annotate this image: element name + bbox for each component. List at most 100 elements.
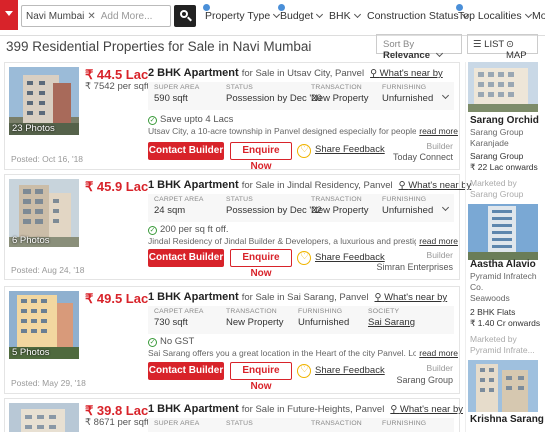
society-link[interactable]: Sai Sarang [368, 317, 415, 328]
posted-date: Posted: Aug 24, '18 [11, 265, 85, 275]
builder-label: Builder [426, 141, 453, 151]
project-thumbnail[interactable] [468, 360, 538, 412]
property-photo[interactable]: 5 Photos [9, 291, 79, 359]
location-chip: Navi Mumbai [26, 10, 85, 22]
shortlist-heart-icon[interactable] [297, 144, 311, 158]
offer-text: ✓ No GST [148, 336, 195, 347]
read-more-link[interactable]: read more [416, 236, 458, 246]
project-developer: Sarang Group [470, 127, 524, 137]
project-name[interactable]: Sarang Orchid [470, 115, 539, 126]
listing-title[interactable]: 2 BHK Apartment for Sale in Utsav City, … [148, 67, 443, 79]
spec-strip: CARPET AREA 730 sqft TRANSACTION New Prope… [148, 306, 454, 334]
top-nav: Navi Mumbai ✕ Add More... Property Type … [0, 0, 545, 36]
contact-builder-button[interactable]: Contact Builder [148, 142, 224, 160]
filter-budget[interactable]: Budget [278, 4, 324, 22]
listing-title[interactable]: 1 BHK Apartment for Sale in Jindal Resid… [148, 179, 471, 191]
listing-card[interactable]: 23 Photos Posted: Oct 16, '18 ₹ 44.5 Lac… [4, 62, 460, 172]
builder-name: Today Connect [392, 152, 453, 162]
project-config: Sarang Group [470, 151, 524, 161]
offer-text: ✓ 200 per sq ft off. [148, 224, 229, 235]
active-filter-dot [203, 4, 210, 11]
project-thumbnail[interactable] [468, 62, 538, 112]
building-image [468, 62, 538, 112]
read-more-link[interactable]: read more [416, 348, 458, 358]
building-image [468, 360, 538, 412]
marketed-by-name: Pyramid Infrate... [470, 345, 535, 355]
builder-name: Sarang Group [396, 375, 453, 385]
listing-card[interactable]: 6 Photos Posted: Aug 24, '18 ₹ 45.9 Lac … [4, 174, 471, 280]
list-view-button[interactable]: ☰ LIST [473, 39, 504, 50]
building-image [9, 403, 79, 432]
enquire-now-button[interactable]: Enquire Now [230, 249, 292, 279]
share-feedback-link[interactable]: Share Feedback [315, 144, 385, 155]
whats-near-by-link[interactable]: ⚲ What's near by [370, 68, 443, 79]
expand-specs-icon[interactable] [441, 203, 450, 212]
marketed-by-label: Marketed by [470, 178, 517, 188]
listing-price: ₹ 45.9 Lac [85, 179, 149, 194]
project-config: 2 BHK Flats [470, 307, 516, 317]
whats-near-by-link[interactable]: ⚲ What's near by [399, 180, 472, 191]
photo-count: 5 Photos [12, 347, 50, 358]
builder-label: Builder [426, 250, 453, 260]
project-locality: Seawoods [470, 293, 510, 303]
filter-top-localities[interactable]: Top Localities [456, 4, 532, 22]
shortlist-heart-icon[interactable] [297, 251, 311, 265]
marketed-by-name: Sarang Group [470, 189, 524, 199]
shortlist-heart-icon[interactable] [297, 364, 311, 378]
filter-property-type[interactable]: Property Type [203, 4, 281, 22]
builder-name: Simran Enterprises [376, 262, 453, 272]
filter-more[interactable]: Mo [532, 10, 545, 22]
share-feedback-link[interactable]: Share Feedback [315, 365, 385, 376]
project-name[interactable]: Krishna Sarang [470, 414, 544, 425]
contact-builder-button[interactable]: Contact Builder [148, 362, 224, 380]
whats-near-by-link[interactable]: ⚲ What's near by [374, 292, 447, 303]
property-photo[interactable] [9, 403, 79, 432]
location-search-field[interactable]: Navi Mumbai ✕ Add More... [21, 5, 171, 27]
chevron-down-icon [524, 10, 532, 19]
remove-location-icon[interactable]: ✕ [87, 11, 95, 22]
offer-text: ✓ Save upto 4 Lacs [148, 114, 234, 125]
project-thumbnail[interactable] [468, 204, 538, 260]
project-price: ₹ 22 Lac onwards [470, 162, 538, 172]
posted-date: Posted: May 29, '18 [11, 378, 86, 388]
project-developer: Pyramid Infratech [470, 271, 537, 281]
contact-builder-button[interactable]: Contact Builder [148, 249, 224, 267]
listing-title[interactable]: 1 BHK Apartment for Sale in Sai Sarang, … [148, 291, 447, 303]
filter-construction-status[interactable]: Construction Status [367, 10, 469, 22]
listing-description: Jindal Residency of Jindal Builder & Dev… [148, 236, 458, 246]
photo-count: 6 Photos [12, 235, 50, 246]
spec-strip: SUPER AREA STATUS TRANSACTION FURNISHING [148, 418, 454, 432]
property-photo[interactable]: 6 Photos [9, 179, 79, 247]
whats-near-by-link[interactable]: ⚲ What's near by [390, 404, 463, 415]
price-per-sqft: ₹ 8671 per sqft [85, 417, 150, 428]
enquire-now-button[interactable]: Enquire Now [230, 142, 292, 172]
check-icon: ✓ [148, 116, 157, 125]
listing-card[interactable]: 5 Photos Posted: May 29, '18 ₹ 49.5 Lac … [4, 286, 460, 394]
featured-projects-sidebar: Sarang Orchid Sarang Group Karanjade Sar… [465, 62, 544, 432]
map-view-button[interactable]: ⊙ MAP [506, 39, 537, 61]
add-more-input[interactable]: Add More... [101, 11, 153, 22]
read-more-link[interactable]: read more [416, 126, 458, 136]
listing-price: ₹ 49.5 Lac [85, 291, 149, 306]
chevron-down-icon [316, 10, 324, 19]
listing-title[interactable]: 1 BHK Apartment for Sale in Future-Heigh… [148, 403, 463, 415]
project-price: ₹ 1.40 Cr onwards [470, 318, 541, 328]
price-per-sqft: ₹ 7542 per sqft [85, 81, 150, 92]
expand-specs-icon[interactable] [441, 91, 450, 100]
chevron-down-icon [5, 11, 13, 16]
view-toggle: ☰ LIST ⊙ MAP [467, 34, 538, 61]
active-filter-dot [456, 4, 463, 11]
menu-toggle[interactable] [0, 0, 18, 30]
builder-label: Builder [426, 363, 453, 373]
listing-card[interactable]: ₹ 39.8 Lac ₹ 8671 per sqft 1 BHK Apartme… [4, 398, 463, 432]
project-name[interactable]: Aastha Alavio [470, 259, 536, 270]
property-photo[interactable]: 23 Photos [9, 67, 79, 135]
filter-bhk[interactable]: BHK [329, 10, 361, 22]
check-icon: ✓ [148, 226, 157, 235]
photo-count: 23 Photos [12, 123, 55, 134]
enquire-now-button[interactable]: Enquire Now [230, 362, 292, 392]
share-feedback-link[interactable]: Share Feedback [315, 252, 385, 263]
sort-dropdown[interactable]: Sort By Relevance [376, 34, 462, 61]
search-button[interactable] [174, 5, 196, 27]
posted-date: Posted: Oct 16, '18 [11, 154, 84, 164]
